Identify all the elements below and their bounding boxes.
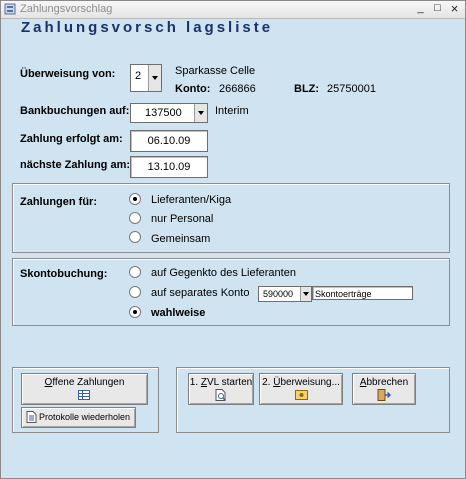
- zvl-starten-label: 1. ZVL starten: [189, 377, 253, 388]
- money-transfer-icon: [295, 390, 308, 400]
- minimize-button[interactable]: _: [413, 2, 428, 16]
- skonto-option-wahlweise: wahlweise: [151, 307, 206, 319]
- bankbuchungen-value: 137500: [145, 107, 182, 119]
- close-button[interactable]: ×: [447, 2, 462, 16]
- bank-name: Sparkasse Celle: [175, 65, 256, 77]
- print-preview-icon: [215, 389, 227, 401]
- protokolle-wiederholen-button[interactable]: Protokolle wiederholen: [21, 407, 136, 428]
- bankbuchungen-dropdown-button[interactable]: [194, 104, 207, 122]
- ueberweisung-button-label: 2. Überweisung...: [260, 377, 342, 388]
- zahlungsvorschlag-window: Zahlungsvorschlag _ □ × Zahlungsvorsch l…: [0, 0, 466, 479]
- blz-value: 25750001: [327, 83, 376, 95]
- naechste-zahlung-label: nächste Zahlung am:: [20, 159, 131, 171]
- skonto-konto-value: 590000: [263, 289, 294, 299]
- zahlung-erfolgt-label: Zahlung erfolgt am:: [20, 133, 123, 145]
- abbrechen-label: Abbrechen: [353, 377, 415, 388]
- zvl-starten-text: VL starten: [207, 377, 253, 388]
- abbrechen-text: bbrechen: [366, 377, 409, 388]
- maximize-button[interactable]: □: [430, 2, 445, 16]
- chevron-down-icon: [198, 111, 204, 115]
- blz-label: BLZ:: [294, 83, 320, 95]
- offene-zahlungen-button[interactable]: Offene Zahlungen: [21, 373, 148, 405]
- skonto-option-gegenkto: auf Gegenkto des Lieferanten: [151, 267, 296, 279]
- chevron-down-icon: [303, 292, 309, 296]
- skonto-label: Skontobuchung:: [20, 268, 108, 280]
- zahlung-erfolgt-field[interactable]: 06.10.09: [130, 130, 208, 152]
- exit-door-icon: [377, 389, 391, 401]
- bankbuchungen-label: Bankbuchungen auf:: [20, 105, 130, 117]
- skonto-radio-gegenkto[interactable]: [129, 266, 141, 278]
- protokolle-label: Protokolle wiederholen: [39, 412, 131, 422]
- bankbuchungen-name: Interim: [215, 105, 249, 117]
- skonto-option-separates-konto: auf separates Konto: [151, 287, 250, 299]
- ueberweisung-dropdown-button[interactable]: [148, 65, 161, 91]
- zahlungen-fuer-option-personal: nur Personal: [151, 213, 214, 225]
- ueberweisung-label: Überweisung von:: [20, 68, 116, 80]
- ueberweisung-button[interactable]: 2. Überweisung...: [259, 373, 343, 405]
- offene-zahlungen-label: Offene Zahlungen: [22, 377, 147, 388]
- skonto-konto-name-field: Skontoerträge: [312, 286, 413, 300]
- bankbuchungen-combo[interactable]: 137500: [130, 103, 208, 123]
- zahlungen-fuer-radio-personal[interactable]: [129, 212, 141, 224]
- konto-value: 266866: [219, 83, 256, 95]
- abbrechen-button[interactable]: Abbrechen: [352, 373, 416, 405]
- skonto-konto-dropdown-button[interactable]: [300, 287, 311, 301]
- zahlungen-fuer-option-gemeinsam: Gemeinsam: [151, 233, 211, 245]
- document-icon: [26, 411, 37, 423]
- zahlungen-fuer-radio-lieferanten[interactable]: [129, 193, 141, 205]
- ueberweisung-combo[interactable]: 2: [130, 64, 162, 92]
- offene-zahlungen-text: ffene Zahlungen: [52, 377, 125, 388]
- naechste-zahlung-field[interactable]: 13.10.09: [130, 156, 208, 178]
- chevron-down-icon: [152, 76, 158, 80]
- zahlungen-fuer-option-lieferanten: Lieferanten/Kiga: [151, 194, 232, 206]
- zahlungen-fuer-radio-gemeinsam[interactable]: [129, 231, 141, 243]
- skonto-radio-wahlweise[interactable]: [129, 306, 141, 318]
- konto-label: Konto:: [175, 83, 211, 95]
- zahlungen-fuer-label: Zahlungen für:: [20, 196, 97, 208]
- ueberweisung-text: berweisung...: [280, 377, 340, 388]
- ueberweisung-prefix: 2.: [262, 377, 274, 388]
- title-bar: Zahlungsvorschlag _ □ ×: [1, 1, 465, 19]
- skonto-radio-separates-konto[interactable]: [129, 286, 141, 298]
- zvl-starten-button[interactable]: 1. ZVL starten: [188, 373, 254, 405]
- skonto-konto-combo[interactable]: 590000: [258, 286, 312, 302]
- zvl-starten-prefix: 1.: [189, 377, 201, 388]
- page-title: Zahlungsvorsch lagsliste: [21, 19, 274, 36]
- window-title: Zahlungsvorschlag: [20, 3, 113, 15]
- form-icon: [4, 3, 16, 15]
- table-icon: [78, 390, 90, 400]
- ueberweisung-value: 2: [135, 70, 142, 82]
